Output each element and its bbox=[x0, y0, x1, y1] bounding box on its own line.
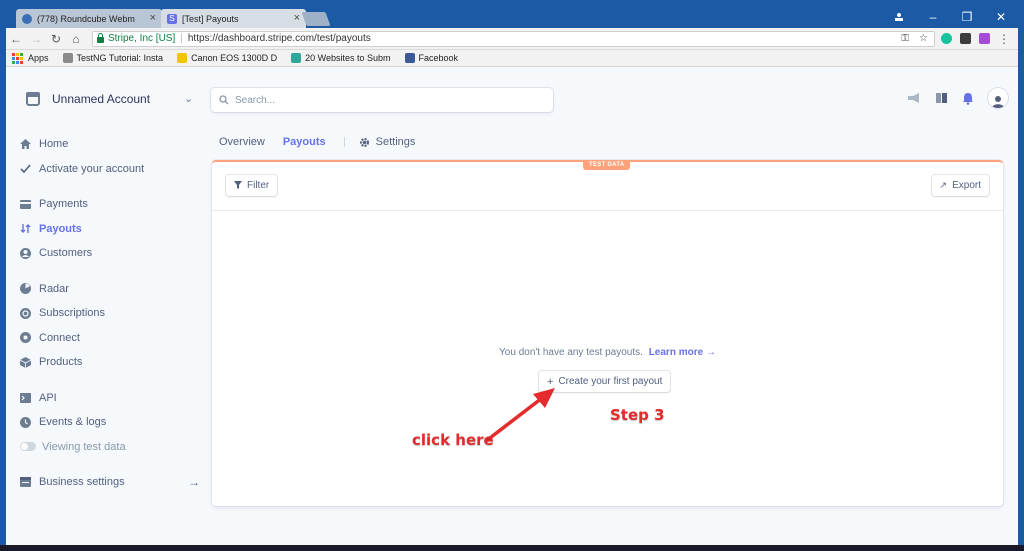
click-here-annotation: click here bbox=[412, 431, 494, 449]
forward-icon[interactable]: → bbox=[26, 32, 46, 46]
close-window-icon[interactable]: ✕ bbox=[984, 6, 1018, 28]
stripe-dashboard: Unnamed Account ⌄ Search... Home Activat… bbox=[6, 68, 1018, 545]
bookmark-label: Facebook bbox=[418, 53, 459, 63]
bookmark-facebook[interactable]: Facebook bbox=[404, 53, 459, 63]
roundcube-icon bbox=[22, 13, 32, 24]
browser-tab-roundcube[interactable]: (778) Roundcube Webm × bbox=[16, 9, 162, 28]
stripe-icon: S bbox=[167, 13, 177, 24]
back-icon[interactable]: ← bbox=[6, 32, 26, 46]
bookmark-label: TestNG Tutorial: Insta bbox=[76, 53, 164, 63]
secure-indicator[interactable]: Stripe, Inc [US] bbox=[97, 32, 176, 44]
website-icon bbox=[291, 53, 302, 63]
evernote-icon[interactable] bbox=[960, 33, 971, 44]
apps-grid-icon bbox=[12, 52, 23, 64]
address-bar: ← → ↻ ⌂ Stripe, Inc [US] | https://dashb… bbox=[6, 28, 1018, 50]
close-tab-icon[interactable]: × bbox=[150, 12, 156, 24]
extensions: ⋮ bbox=[941, 32, 1018, 46]
bookmark-apps[interactable]: Apps bbox=[6, 52, 49, 64]
restore-icon[interactable]: ❐ bbox=[950, 6, 984, 28]
facebook-icon bbox=[404, 53, 415, 63]
bookmark-label: 20 Websites to Subm bbox=[305, 53, 391, 63]
close-tab-icon[interactable]: × bbox=[294, 12, 300, 24]
tab-strip: (778) Roundcube Webm × S [Test] Payouts … bbox=[6, 6, 1018, 28]
key-icon[interactable]: ⚿ bbox=[901, 33, 909, 44]
url-separator: | bbox=[180, 33, 183, 44]
browser-tab-payouts[interactable]: S [Test] Payouts × bbox=[161, 9, 306, 28]
bookmark-star-icon[interactable]: ☆ bbox=[919, 33, 928, 44]
bookmark-label: Apps bbox=[28, 53, 49, 63]
step-annotation: Step 3 bbox=[610, 406, 665, 424]
new-tab-button[interactable] bbox=[301, 12, 331, 26]
bookmark-canon[interactable]: Canon EOS 1300D D bbox=[177, 53, 277, 63]
tab-title: (778) Roundcube Webm bbox=[37, 13, 135, 24]
bookmarks-bar: Apps TestNG Tutorial: Insta Canon EOS 13… bbox=[6, 50, 1018, 67]
lock-icon bbox=[97, 32, 104, 43]
grammarly-icon[interactable] bbox=[941, 33, 952, 44]
annotation-arrow-icon bbox=[484, 388, 555, 443]
secure-label: Stripe, Inc [US] bbox=[108, 33, 176, 44]
minimize-icon[interactable]: – bbox=[916, 6, 950, 28]
tab-title: [Test] Payouts bbox=[182, 13, 239, 24]
canon-icon bbox=[177, 53, 188, 63]
menu-icon[interactable]: ⋮ bbox=[998, 32, 1010, 46]
taskbar bbox=[0, 545, 1024, 551]
url-field[interactable]: Stripe, Inc [US] | https://dashboard.str… bbox=[92, 30, 935, 47]
testng-icon bbox=[62, 53, 73, 63]
bookmark-label: Canon EOS 1300D D bbox=[191, 53, 278, 63]
bookmark-websites[interactable]: 20 Websites to Subm bbox=[291, 53, 391, 63]
pen-extension-icon[interactable] bbox=[979, 33, 990, 44]
user-profile-icon[interactable] bbox=[882, 6, 916, 28]
reload-icon[interactable]: ↻ bbox=[46, 32, 66, 46]
bookmark-testng[interactable]: TestNG Tutorial: Insta bbox=[62, 53, 164, 63]
browser-window: (778) Roundcube Webm × S [Test] Payouts … bbox=[6, 6, 1018, 545]
url-text: https://dashboard.stripe.com/test/payout… bbox=[187, 33, 371, 44]
home-browser-icon[interactable]: ⌂ bbox=[66, 32, 86, 46]
